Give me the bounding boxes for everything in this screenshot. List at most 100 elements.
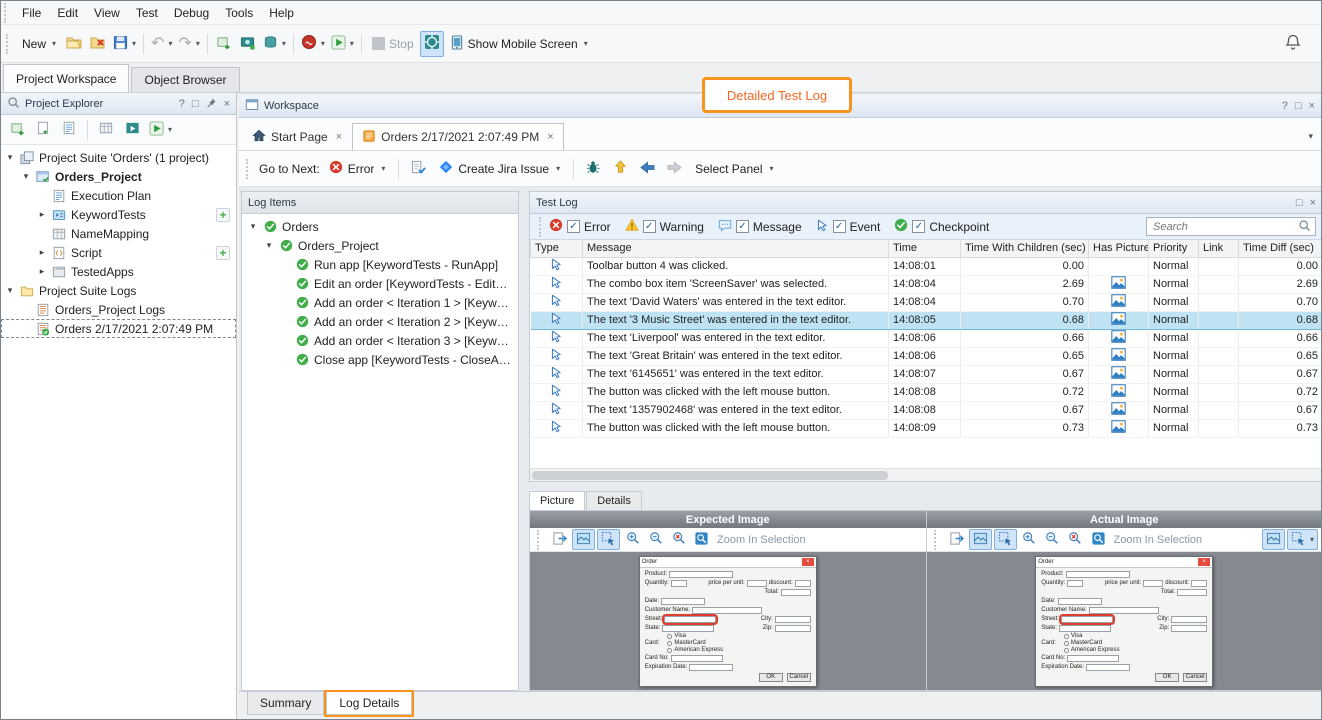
zoom-out-button[interactable] [1042,529,1063,550]
item-properties-button[interactable] [57,117,81,143]
zoom-selection-button[interactable] [1088,529,1109,550]
close-icon[interactable]: × [224,98,230,110]
forward-button[interactable] [662,156,686,182]
close-icon[interactable]: × [336,131,342,143]
perspective-tab-object-browser[interactable]: Object Browser [131,67,239,92]
menu-item-view[interactable]: View [86,3,128,23]
tab-summary[interactable]: Summary [247,692,324,715]
twist-icon[interactable]: ▾ [248,221,258,232]
undo-button[interactable]: ↶▾ [148,31,175,57]
column-header-link[interactable]: Link [1199,240,1239,257]
filter-warning-checkbox[interactable]: ✓ [643,220,656,233]
log-row[interactable]: The text 'Liverpool' was entered in the … [531,329,1322,347]
log-tree-item[interactable]: Edit an order [KeywordTests - EditOrd... [242,274,518,293]
log-row[interactable]: The button was clicked with the left mou… [531,383,1322,401]
filter-checkpoint-checkbox[interactable]: ✓ [912,220,925,233]
twist-icon[interactable]: ▾ [5,285,15,296]
log-row[interactable]: The text 'David Waters' was entered in t… [531,293,1322,311]
tree-item[interactable]: NameMapping [1,224,236,243]
tree-item[interactable]: ▾Project Suite Logs [1,281,236,300]
notifications-button[interactable] [1281,31,1305,57]
tree-item[interactable]: ▸KeywordTests+ [1,205,236,224]
toolbar-grip[interactable] [246,159,251,179]
zoom-out-button[interactable] [645,529,666,550]
column-header-type[interactable]: Type [531,240,583,257]
log-row[interactable]: The text '3 Music Street' was entered in… [531,311,1322,329]
stop-button[interactable]: Stop [366,31,420,57]
tree-item[interactable]: ▸TestedApps [1,262,236,281]
maximize-icon[interactable]: □ [1296,197,1303,209]
log-row[interactable]: The text 'Great Britain' was entered in … [531,347,1322,365]
menu-item-edit[interactable]: Edit [49,3,86,23]
bug-tracking-button[interactable] [581,156,605,182]
filter-error-checkbox[interactable]: ✓ [567,220,580,233]
select-panel-button[interactable]: Select Panel ▾ [689,156,779,182]
overlay-button[interactable]: ▾ [1287,529,1318,550]
close-icon[interactable]: × [1309,100,1315,112]
maximize-icon[interactable]: □ [1295,100,1302,112]
scrollbar-thumb[interactable] [532,471,888,480]
toolbar-grip[interactable] [934,530,939,550]
tree-item[interactable]: Execution Plan [1,186,236,205]
document-tab[interactable]: Orders 2/17/2021 2:07:49 PM× [352,123,564,150]
close-project-button[interactable] [86,31,110,57]
menu-item-help[interactable]: Help [261,3,302,23]
help-icon[interactable]: ? [1282,100,1288,112]
log-tree-item[interactable]: Add an order < Iteration 3 > [Keywor... [242,331,518,350]
search-input[interactable] [1151,220,1295,234]
tree-item[interactable]: ▾Orders_Project [1,167,236,186]
menu-item-file[interactable]: File [14,3,49,23]
back-button[interactable] [635,156,659,182]
log-row[interactable]: The text '1357902468' was entered in the… [531,401,1322,419]
tab-log-details[interactable]: Log Details [326,692,412,715]
log-row[interactable]: The text '6145651' was entered in the te… [531,365,1322,383]
twist-icon[interactable]: ▾ [264,240,274,251]
column-header-priority[interactable]: Priority [1149,240,1199,257]
log-tree-item[interactable]: ▾Orders [242,217,518,236]
search-box[interactable] [1146,217,1316,236]
column-header-time-with-children-sec-[interactable]: Time With Children (sec) [961,240,1089,257]
close-icon[interactable]: × [547,131,553,143]
log-tree-item[interactable]: Run app [KeywordTests - RunApp] [242,255,518,274]
toolbar-grip[interactable] [4,3,9,23]
add-new-item-button[interactable] [5,117,29,143]
twist-icon[interactable]: ▸ [37,247,47,258]
redo-button[interactable]: ↷▾ [175,31,202,57]
menu-item-debug[interactable]: Debug [166,3,217,23]
zoom-in-button[interactable] [622,529,643,550]
menu-item-test[interactable]: Test [128,3,166,23]
up-one-level-button[interactable] [608,156,632,182]
save-button[interactable]: ▾ [110,31,139,57]
log-row[interactable]: The combo box item 'ScreenSaver' was sel… [531,275,1322,293]
log-tree-item[interactable]: Add an order < Iteration 1 > [Keywor... [242,293,518,312]
twist-icon[interactable]: ▸ [37,266,47,277]
log-tree-item[interactable]: Add an order < Iteration 2 > [Keywor... [242,312,518,331]
column-header-message[interactable]: Message [583,240,889,257]
actual-image-view[interactable]: Order×Product:Quantity:price per unit:di… [927,552,1322,690]
toolbar-grip[interactable] [6,34,11,54]
organize-button[interactable] [94,117,118,143]
export-log-button[interactable] [406,156,430,182]
pan-mode-button[interactable] [572,529,595,550]
log-row[interactable]: Toolbar button 4 was clicked.14:08:010.0… [531,257,1322,275]
tab-picture[interactable]: Picture [529,491,585,510]
show-mobile-screen-button[interactable]: Show Mobile Screen ▾ [444,31,594,57]
column-header-time[interactable]: Time [889,240,961,257]
new-item-button[interactable] [31,117,55,143]
pin-icon[interactable] [206,97,217,111]
tree-item[interactable]: Orders_Project Logs [1,300,236,319]
zoom-selection-button[interactable] [691,529,712,550]
tree-item[interactable]: Orders 2/17/2021 2:07:49 PM [1,319,236,338]
horizontal-scrollbar[interactable] [530,468,1322,481]
twist-icon[interactable]: ▾ [21,171,31,182]
maximize-icon[interactable]: □ [192,98,199,110]
menu-item-tools[interactable]: Tools [217,3,261,23]
toolbar-grip[interactable] [537,530,542,550]
tab-list-dropdown[interactable]: ▾ [1308,131,1313,142]
twist-icon[interactable]: ▾ [5,152,15,163]
column-header-has-picture[interactable]: Has Picture [1089,240,1149,257]
add-item-button[interactable] [212,31,236,57]
record-new-test-button[interactable] [236,31,260,57]
new-button[interactable]: New ▾ [16,31,62,57]
log-tree-item[interactable]: ▾Orders_Project [242,236,518,255]
